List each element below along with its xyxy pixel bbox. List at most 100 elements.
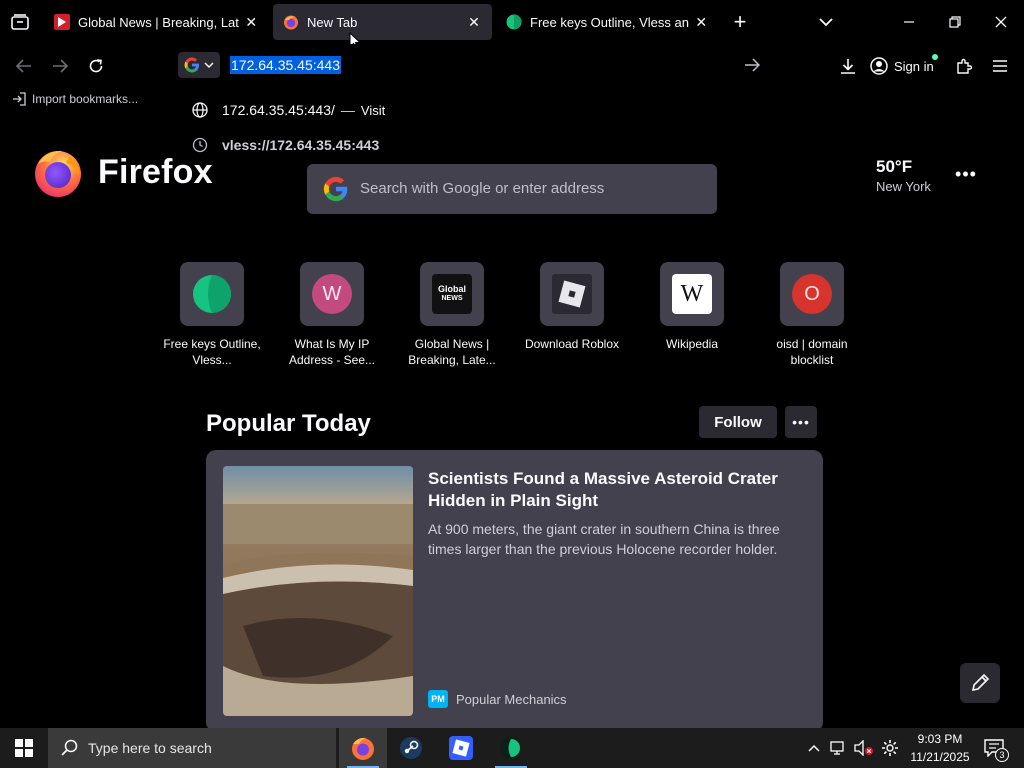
close-icon[interactable]: ✕ bbox=[695, 14, 708, 30]
suggestion-visit[interactable]: 172.64.35.45:443/ — Visit bbox=[172, 93, 768, 127]
suggestion-separator: — bbox=[340, 102, 355, 118]
url-suggestions-dropdown: 172.64.35.45:443/ — Visit vless://172.64.3… bbox=[172, 86, 768, 158]
shortcut-label: Global News | Breaking, Late... bbox=[408, 337, 496, 367]
settings-tray-button[interactable] bbox=[878, 728, 902, 768]
shortcut-download-roblox[interactable]: Download Roblox bbox=[525, 262, 619, 352]
account-icon bbox=[870, 57, 888, 75]
shortcuts-grid: Free keys Outline, Vless... W What Is My… bbox=[163, 262, 854, 372]
globe-icon bbox=[192, 102, 208, 118]
network-icon bbox=[830, 741, 844, 755]
firefox-view-button[interactable] bbox=[6, 8, 34, 36]
taskbar-steam[interactable] bbox=[387, 728, 435, 768]
reload-button[interactable] bbox=[82, 52, 110, 80]
weather-widget[interactable]: 50°F New York bbox=[876, 157, 931, 194]
crater-photo-icon bbox=[223, 466, 413, 716]
restore-button[interactable] bbox=[932, 0, 978, 44]
volume-status[interactable] bbox=[852, 728, 876, 768]
steam-icon bbox=[400, 737, 422, 759]
windows-taskbar: Type here to search 9:03 PM 11/21/2025 3 bbox=[0, 728, 1024, 768]
follow-button[interactable]: Follow bbox=[699, 406, 777, 438]
restore-icon bbox=[949, 16, 961, 28]
minimize-icon bbox=[904, 21, 914, 23]
shortcut-label: oisd | domain blocklist bbox=[776, 337, 848, 367]
back-arrow-icon bbox=[16, 59, 31, 73]
minimize-button[interactable] bbox=[886, 0, 932, 44]
newtab-search-box[interactable]: Search with Google or enter address bbox=[307, 164, 717, 214]
taskbar-roblox[interactable] bbox=[437, 728, 485, 768]
clock-date: 11/21/2025 bbox=[910, 750, 970, 764]
shortcut-tile: O bbox=[780, 262, 844, 326]
shortcut-global-news[interactable]: Global NEWS Global News | Breaking, Late.… bbox=[408, 262, 496, 368]
start-button[interactable] bbox=[0, 728, 48, 768]
shortcut-tile bbox=[180, 262, 244, 326]
extensions-button[interactable] bbox=[950, 52, 978, 80]
chevron-down-icon bbox=[204, 61, 214, 68]
google-icon bbox=[323, 176, 348, 202]
window-close-button[interactable] bbox=[978, 0, 1024, 44]
search-engine-button[interactable] bbox=[178, 52, 220, 78]
weather-menu-button[interactable]: ••• bbox=[952, 162, 980, 186]
app-menu-button[interactable] bbox=[986, 52, 1014, 80]
taskbar-firefox[interactable] bbox=[339, 728, 387, 768]
taskbar-search[interactable]: Type here to search bbox=[48, 728, 336, 768]
forward-arrow-icon bbox=[53, 59, 68, 73]
shortcut-free-keys[interactable]: Free keys Outline, Vless... bbox=[163, 262, 261, 368]
tab-free-keys[interactable]: Free keys Outline, Vless and Tro ✕ bbox=[496, 4, 718, 40]
gear-icon bbox=[882, 740, 898, 756]
shortcut-label: What Is My IP Address - See... bbox=[288, 337, 376, 367]
popular-menu-button[interactable]: ••• bbox=[785, 406, 817, 438]
global-news-icon bbox=[54, 14, 70, 30]
popular-mechanics-logo-icon: PM bbox=[428, 690, 448, 708]
notification-count: 3 bbox=[995, 748, 1009, 762]
close-icon[interactable]: ✕ bbox=[245, 14, 258, 30]
plus-icon: + bbox=[733, 9, 747, 34]
story-source-name: Popular Mechanics bbox=[456, 691, 567, 707]
back-button[interactable] bbox=[10, 52, 38, 80]
shortcut-tile bbox=[540, 262, 604, 326]
tab-new-tab[interactable]: New Tab ✕ bbox=[273, 4, 492, 40]
shortcut-tile: W bbox=[300, 262, 364, 326]
chevron-down-icon bbox=[819, 18, 833, 27]
tab-title: Global News | Breaking, Latest N bbox=[78, 14, 239, 30]
taskbar-search-placeholder: Type here to search bbox=[88, 740, 212, 756]
shortcut-tile: Global NEWS bbox=[420, 262, 484, 326]
roblox-icon bbox=[552, 274, 592, 314]
wikipedia-icon: W bbox=[672, 274, 712, 314]
puzzle-piece-icon bbox=[957, 58, 972, 74]
sign-in-label: Sign in bbox=[894, 58, 934, 74]
forward-button[interactable] bbox=[46, 52, 74, 80]
import-icon bbox=[13, 92, 26, 106]
suggestion-history[interactable]: vless://172.64.35.45:443 bbox=[172, 128, 768, 162]
green-leaf-icon bbox=[193, 275, 231, 313]
sign-in-button[interactable]: Sign in bbox=[870, 52, 938, 80]
action-center-button[interactable]: 3 bbox=[978, 728, 1010, 768]
go-button[interactable] bbox=[740, 53, 764, 77]
clock-time: 9:03 PM bbox=[917, 732, 963, 746]
customize-button[interactable] bbox=[960, 663, 1000, 703]
network-status[interactable] bbox=[828, 728, 850, 768]
story-description: At 900 meters, the giant crater in south… bbox=[428, 521, 780, 557]
shortcut-label: Download Roblox bbox=[524, 337, 620, 351]
weather-temperature: 50°F bbox=[876, 157, 913, 176]
downloads-button[interactable] bbox=[834, 52, 862, 80]
speaker-muted-icon bbox=[854, 740, 873, 756]
shortcut-what-is-my-ip[interactable]: W What Is My IP Address - See... bbox=[289, 262, 375, 368]
firefox-view-icon bbox=[11, 14, 29, 30]
taskbar-vpn-app[interactable] bbox=[487, 728, 535, 768]
story-card[interactable]: Scientists Found a Massive Asteroid Crat… bbox=[206, 450, 823, 732]
url-input[interactable]: 172.64.35.45:443 bbox=[230, 56, 341, 74]
suggestion-url: 172.64.35.45:443/ bbox=[222, 102, 335, 118]
suggestion-action: Visit bbox=[360, 103, 386, 118]
shortcut-wikipedia[interactable]: W Wikipedia bbox=[650, 262, 734, 352]
search-placeholder: Search with Google or enter address bbox=[360, 180, 605, 197]
close-icon[interactable]: ✕ bbox=[466, 14, 482, 30]
tab-global-news[interactable]: Global News | Breaking, Latest N ✕ bbox=[44, 4, 268, 40]
shortcut-oisd[interactable]: O oisd | domain blocklist bbox=[770, 262, 854, 368]
new-tab-button[interactable]: + bbox=[728, 9, 752, 34]
show-hidden-icons-button[interactable] bbox=[804, 728, 824, 768]
taskbar-clock[interactable]: 9:03 PM 11/21/2025 bbox=[904, 730, 976, 766]
arrow-right-icon bbox=[745, 58, 760, 72]
import-bookmarks-button[interactable]: Import bookmarks... bbox=[12, 92, 138, 106]
list-all-tabs-button[interactable] bbox=[814, 10, 838, 34]
firefox-logo-icon bbox=[35, 150, 81, 197]
